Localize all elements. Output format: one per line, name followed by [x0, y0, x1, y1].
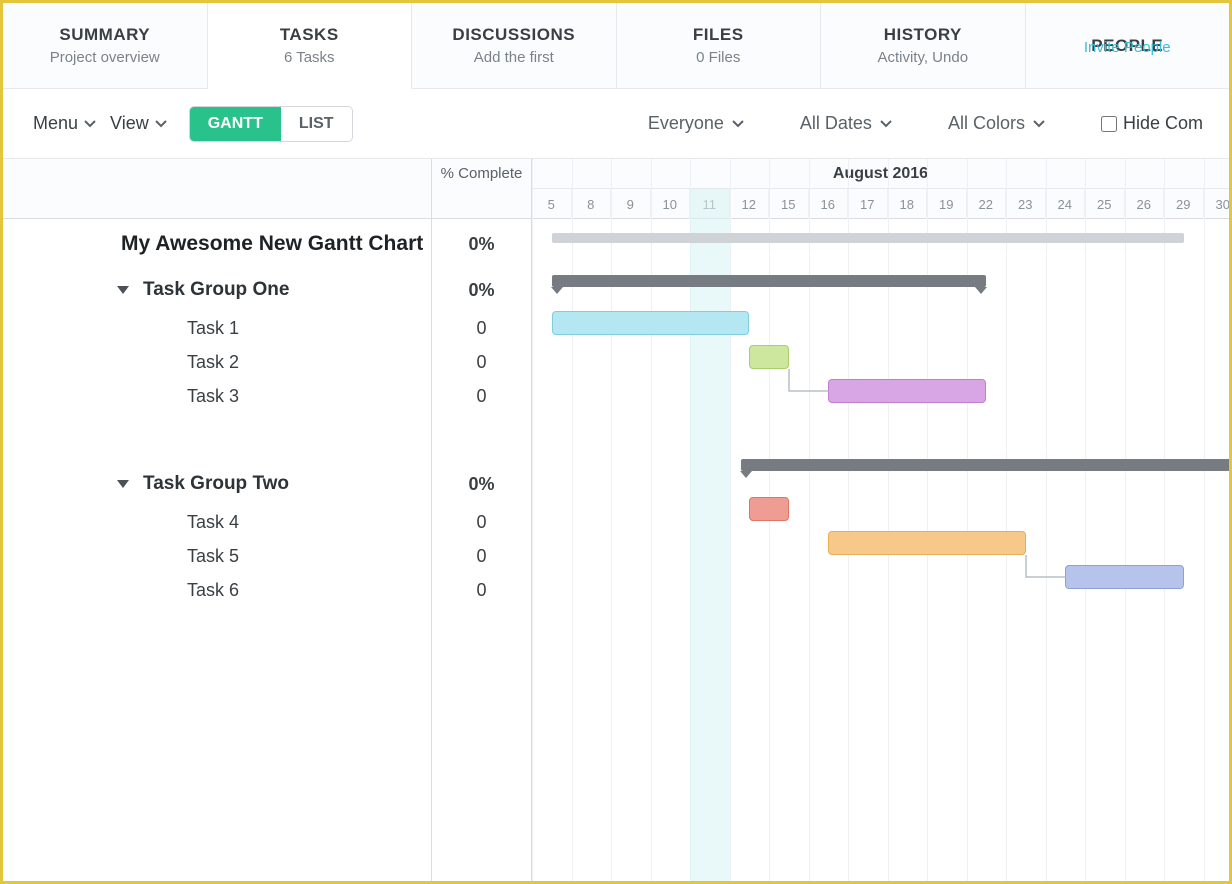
group-pct: 0% — [432, 463, 531, 505]
task-row[interactable]: Task 1 — [3, 311, 431, 345]
nav-title: DISCUSSIONS — [452, 25, 575, 45]
filter-dates[interactable]: All Dates — [800, 113, 892, 134]
hide-completed-checkbox[interactable] — [1101, 116, 1117, 132]
collapse-icon[interactable] — [117, 480, 129, 488]
nav-subtitle: 0 Files — [696, 49, 740, 66]
today-highlight — [690, 189, 730, 881]
name-column-header — [3, 159, 431, 219]
nav-tab-summary[interactable]: SUMMARY Project overview — [3, 3, 208, 88]
task-row[interactable]: Task 5 — [3, 539, 431, 573]
nav-title: HISTORY — [884, 25, 962, 45]
task-pct: 0 — [432, 505, 531, 539]
task-pct: 0 — [432, 345, 531, 379]
day-header: 9 — [611, 189, 651, 219]
hide-completed-toggle[interactable]: Hide Com — [1101, 113, 1203, 134]
task-bar[interactable] — [1065, 565, 1184, 589]
task-pct: 0 — [432, 573, 531, 607]
day-header: 18 — [888, 189, 928, 219]
day-header: 15 — [769, 189, 809, 219]
hide-completed-label: Hide Com — [1123, 113, 1203, 134]
day-header: 5 — [532, 189, 572, 219]
filter-label: Everyone — [648, 113, 724, 134]
dependency-link — [1024, 553, 1068, 579]
filter-people[interactable]: Everyone — [648, 113, 744, 134]
day-header: 19 — [927, 189, 967, 219]
nav-subtitle: Add the first — [474, 49, 554, 66]
timeline-panel[interactable]: August 2016 5891011121516171819222324252… — [532, 159, 1229, 881]
nav-subtitle[interactable]: Invite People — [1084, 39, 1171, 56]
nav-title: FILES — [693, 25, 744, 45]
task-pct: 0 — [432, 311, 531, 345]
day-header: 8 — [572, 189, 612, 219]
group-row[interactable]: Task Group Two — [3, 463, 431, 505]
collapse-icon[interactable] — [117, 286, 129, 294]
nav-title: TASKS — [280, 25, 339, 45]
task-bar[interactable] — [552, 311, 750, 335]
task-name-column: My Awesome New Gantt Chart Task Group On… — [3, 159, 432, 881]
gantt-grid: My Awesome New Gantt Chart Task Group On… — [3, 159, 1229, 881]
group-bar[interactable] — [741, 459, 1229, 471]
day-header: 23 — [1006, 189, 1046, 219]
day-header: 10 — [651, 189, 691, 219]
day-header: 16 — [809, 189, 849, 219]
filter-label: All Colors — [948, 113, 1025, 134]
chevron-down-icon — [880, 120, 892, 128]
task-bar[interactable] — [828, 531, 1026, 555]
project-title[interactable]: My Awesome New Gantt Chart — [3, 219, 431, 269]
chevron-down-icon — [155, 120, 167, 128]
project-overview-bar[interactable] — [552, 233, 1184, 243]
task-row[interactable]: Task 2 — [3, 345, 431, 379]
nav-title: SUMMARY — [59, 25, 150, 45]
list-mode-button[interactable]: LIST — [281, 107, 352, 141]
task-pct: 0 — [432, 379, 531, 413]
top-nav: SUMMARY Project overview TASKS 6 Tasks D… — [3, 3, 1229, 89]
menu-label: Menu — [33, 113, 78, 134]
day-header: 29 — [1164, 189, 1204, 219]
day-header: 26 — [1125, 189, 1165, 219]
day-header: 24 — [1046, 189, 1086, 219]
day-header: 12 — [730, 189, 770, 219]
task-bar[interactable] — [828, 379, 986, 403]
view-label: View — [110, 113, 149, 134]
group-name: Task Group One — [143, 279, 289, 301]
task-row[interactable]: Task 6 — [3, 573, 431, 607]
day-header: 25 — [1085, 189, 1125, 219]
dependency-link — [787, 367, 831, 393]
nav-subtitle: Activity, Undo — [877, 49, 968, 66]
percent-column-header: % Complete — [432, 159, 531, 219]
day-header: 17 — [848, 189, 888, 219]
gantt-mode-button[interactable]: GANTT — [190, 107, 281, 141]
view-mode-segment: GANTT LIST — [189, 106, 353, 142]
task-row[interactable]: Task 3 — [3, 379, 431, 413]
toolbar: Menu View GANTT LIST Everyone All Dates … — [3, 89, 1229, 159]
chevron-down-icon — [732, 120, 744, 128]
percent-complete-column: % Complete 0% 0% 0 0 0 0% 0 0 0 — [432, 159, 532, 881]
nav-subtitle: 6 Tasks — [284, 49, 335, 66]
task-bar[interactable] — [749, 497, 789, 521]
timeline-canvas[interactable] — [532, 219, 1229, 881]
task-pct: 0 — [432, 539, 531, 573]
group-row[interactable]: Task Group One — [3, 269, 431, 311]
filter-label: All Dates — [800, 113, 872, 134]
task-row[interactable]: Task 4 — [3, 505, 431, 539]
group-name: Task Group Two — [143, 473, 289, 495]
nav-tab-history[interactable]: HISTORY Activity, Undo — [821, 3, 1026, 88]
day-header: 30 — [1204, 189, 1230, 219]
nav-tab-tasks[interactable]: TASKS 6 Tasks — [208, 3, 413, 89]
nav-tab-discussions[interactable]: DISCUSSIONS Add the first — [412, 3, 617, 88]
group-pct: 0% — [432, 269, 531, 311]
view-button[interactable]: View — [110, 113, 167, 134]
menu-button[interactable]: Menu — [33, 113, 96, 134]
nav-tab-people[interactable]: PEOPLE Invite People — [1026, 3, 1230, 88]
group-bar[interactable] — [552, 275, 987, 287]
nav-tab-files[interactable]: FILES 0 Files — [617, 3, 822, 88]
day-header: 22 — [967, 189, 1007, 219]
task-bar[interactable] — [749, 345, 789, 369]
project-pct: 0% — [432, 219, 531, 269]
nav-subtitle: Project overview — [50, 49, 160, 66]
chevron-down-icon — [1033, 120, 1045, 128]
filter-colors[interactable]: All Colors — [948, 113, 1045, 134]
chevron-down-icon — [84, 120, 96, 128]
